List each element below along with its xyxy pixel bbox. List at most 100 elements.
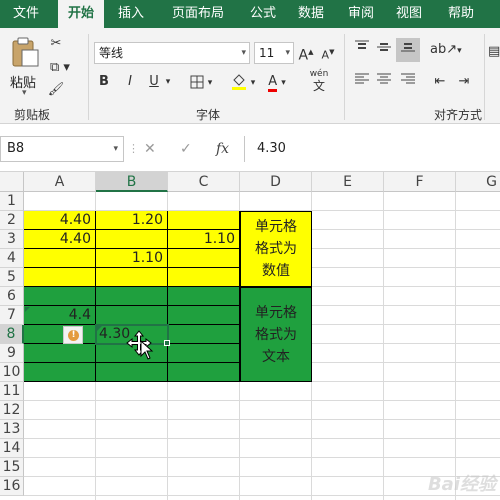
name-box-value: B8	[7, 141, 25, 156]
fill-color-button[interactable]: ▾	[228, 72, 258, 93]
row-header-16[interactable]: 16	[0, 477, 24, 496]
column-header-f[interactable]: F	[384, 172, 456, 192]
align-left-icon[interactable]	[352, 72, 372, 93]
cell-c8[interactable]	[168, 325, 240, 344]
align-center-icon[interactable]	[374, 72, 394, 93]
tab-review[interactable]: 审阅	[338, 0, 384, 28]
error-smart-tag[interactable]: !	[63, 326, 83, 344]
align-middle-icon[interactable]	[374, 40, 394, 61]
borders-button[interactable]: ▾	[186, 72, 216, 93]
cell-c6[interactable]	[168, 287, 240, 306]
column-header-d[interactable]: D	[240, 172, 312, 192]
cell-c7[interactable]	[168, 306, 240, 325]
column-header-a[interactable]: A	[24, 172, 96, 192]
row-header-13[interactable]: 13	[0, 420, 24, 439]
shrink-font-button[interactable]: A▼	[320, 42, 336, 66]
cell-a3[interactable]: 4.40	[24, 230, 96, 249]
italic-button[interactable]: I	[122, 72, 138, 92]
row-header-5[interactable]: 5	[0, 268, 24, 287]
tab-data[interactable]: 数据	[288, 0, 334, 28]
increase-indent-icon[interactable]: ⇥	[454, 72, 474, 92]
clipboard-group-label: 剪贴板	[14, 108, 51, 122]
cell-a4[interactable]	[24, 249, 96, 268]
column-header-b[interactable]: B	[96, 172, 168, 192]
ribbon-tab-bar: 文件 开始 插入 页面布局 公式 数据 审阅 视图 帮助	[0, 0, 500, 28]
row-header-8[interactable]: 8	[0, 325, 24, 344]
formula-input[interactable]: 4.30	[244, 136, 500, 162]
wrap-text-icon[interactable]: ▤	[488, 42, 500, 62]
cell-c4[interactable]	[168, 249, 240, 268]
cell-c10[interactable]	[168, 363, 240, 382]
align-bottom-icon[interactable]	[396, 38, 420, 62]
column-header-c[interactable]: C	[168, 172, 240, 192]
tab-formulas[interactable]: 公式	[240, 0, 286, 28]
enter-icon[interactable]: ✓	[180, 136, 192, 162]
cell-b7[interactable]	[96, 306, 168, 325]
row-header-2[interactable]: 2	[0, 211, 24, 230]
cell-a6[interactable]	[24, 287, 96, 306]
cell-a10[interactable]	[24, 363, 96, 382]
error-indicator-icon	[25, 307, 30, 312]
cell-c9[interactable]	[168, 344, 240, 363]
cell-b6[interactable]	[96, 287, 168, 306]
copy-icon[interactable]: ⧉ ▾	[46, 58, 74, 78]
worksheet-grid[interactable]: A B C D E F G 1 2 3 4 5 6 7 8 9 10 11 12…	[0, 172, 500, 500]
cell-c3[interactable]: 1.10	[168, 230, 240, 249]
chevron-down-icon[interactable]: ▾	[162, 72, 174, 92]
align-top-icon[interactable]	[352, 40, 372, 61]
tab-help[interactable]: 帮助	[438, 0, 484, 28]
cell-a5[interactable]	[24, 268, 96, 287]
row-header-4[interactable]: 4	[0, 249, 24, 268]
column-header-e[interactable]: E	[312, 172, 384, 192]
cell-b5[interactable]	[96, 268, 168, 287]
tab-view[interactable]: 视图	[386, 0, 432, 28]
cell-a9[interactable]	[24, 344, 96, 363]
cell-b10[interactable]	[96, 363, 168, 382]
row-header-11[interactable]: 11	[0, 382, 24, 401]
row-header-10[interactable]: 10	[0, 363, 24, 382]
more-icon: ⋮	[128, 142, 139, 155]
name-box[interactable]: B8 ▾	[0, 136, 124, 162]
grow-font-button[interactable]: A▲	[298, 42, 314, 66]
paste-button[interactable]: 粘贴 ▾	[8, 36, 42, 98]
cell-c2[interactable]	[168, 211, 240, 230]
row-header-3[interactable]: 3	[0, 230, 24, 249]
tab-page-layout[interactable]: 页面布局	[160, 0, 236, 28]
align-right-icon[interactable]	[398, 72, 418, 93]
row-header-7[interactable]: 7	[0, 306, 24, 325]
row-header-12[interactable]: 12	[0, 401, 24, 420]
orientation-icon[interactable]: ab↗▾	[430, 40, 462, 61]
row-header-6[interactable]: 6	[0, 287, 24, 306]
cell-a7[interactable]: 4.4	[24, 306, 96, 325]
row-header-9[interactable]: 9	[0, 344, 24, 363]
row-header-1[interactable]: 1	[0, 192, 24, 211]
insert-function-icon[interactable]: fx	[216, 136, 229, 162]
cut-icon[interactable]: ✂	[46, 34, 66, 54]
pointer-cursor-icon	[140, 340, 154, 360]
cell-b2[interactable]: 1.20	[96, 211, 168, 230]
column-header-g[interactable]: G	[456, 172, 500, 192]
format-painter-icon[interactable]: 🖌	[46, 80, 66, 100]
select-all-corner[interactable]	[0, 172, 24, 192]
font-size-select[interactable]: 11 ▾	[254, 42, 294, 64]
merged-cell-d2-d5[interactable]: 单元格格式为数值	[240, 211, 312, 287]
row-header-14[interactable]: 14	[0, 439, 24, 458]
font-color-button[interactable]: A ▾	[262, 72, 292, 93]
cell-b4[interactable]: 1.10	[96, 249, 168, 268]
bold-button[interactable]: B	[96, 72, 112, 92]
cell-a8[interactable]	[24, 325, 96, 344]
cell-a2[interactable]: 4.40	[24, 211, 96, 230]
fill-handle[interactable]	[164, 340, 170, 346]
merged-cell-d6-d10[interactable]: 单元格格式为文本	[240, 287, 312, 382]
cell-b3[interactable]	[96, 230, 168, 249]
cancel-icon[interactable]: ✕	[144, 136, 156, 162]
tab-file[interactable]: 文件	[0, 0, 52, 28]
underline-button[interactable]: U	[146, 72, 162, 92]
tab-insert[interactable]: 插入	[108, 0, 154, 28]
font-name-select[interactable]: 等线 ▾	[94, 42, 250, 64]
cell-c5[interactable]	[168, 268, 240, 287]
tab-home[interactable]: 开始	[58, 0, 104, 28]
decrease-indent-icon[interactable]: ⇤	[430, 72, 450, 92]
phonetic-guide-button[interactable]: wén 文	[304, 68, 334, 94]
row-header-15[interactable]: 15	[0, 458, 24, 477]
